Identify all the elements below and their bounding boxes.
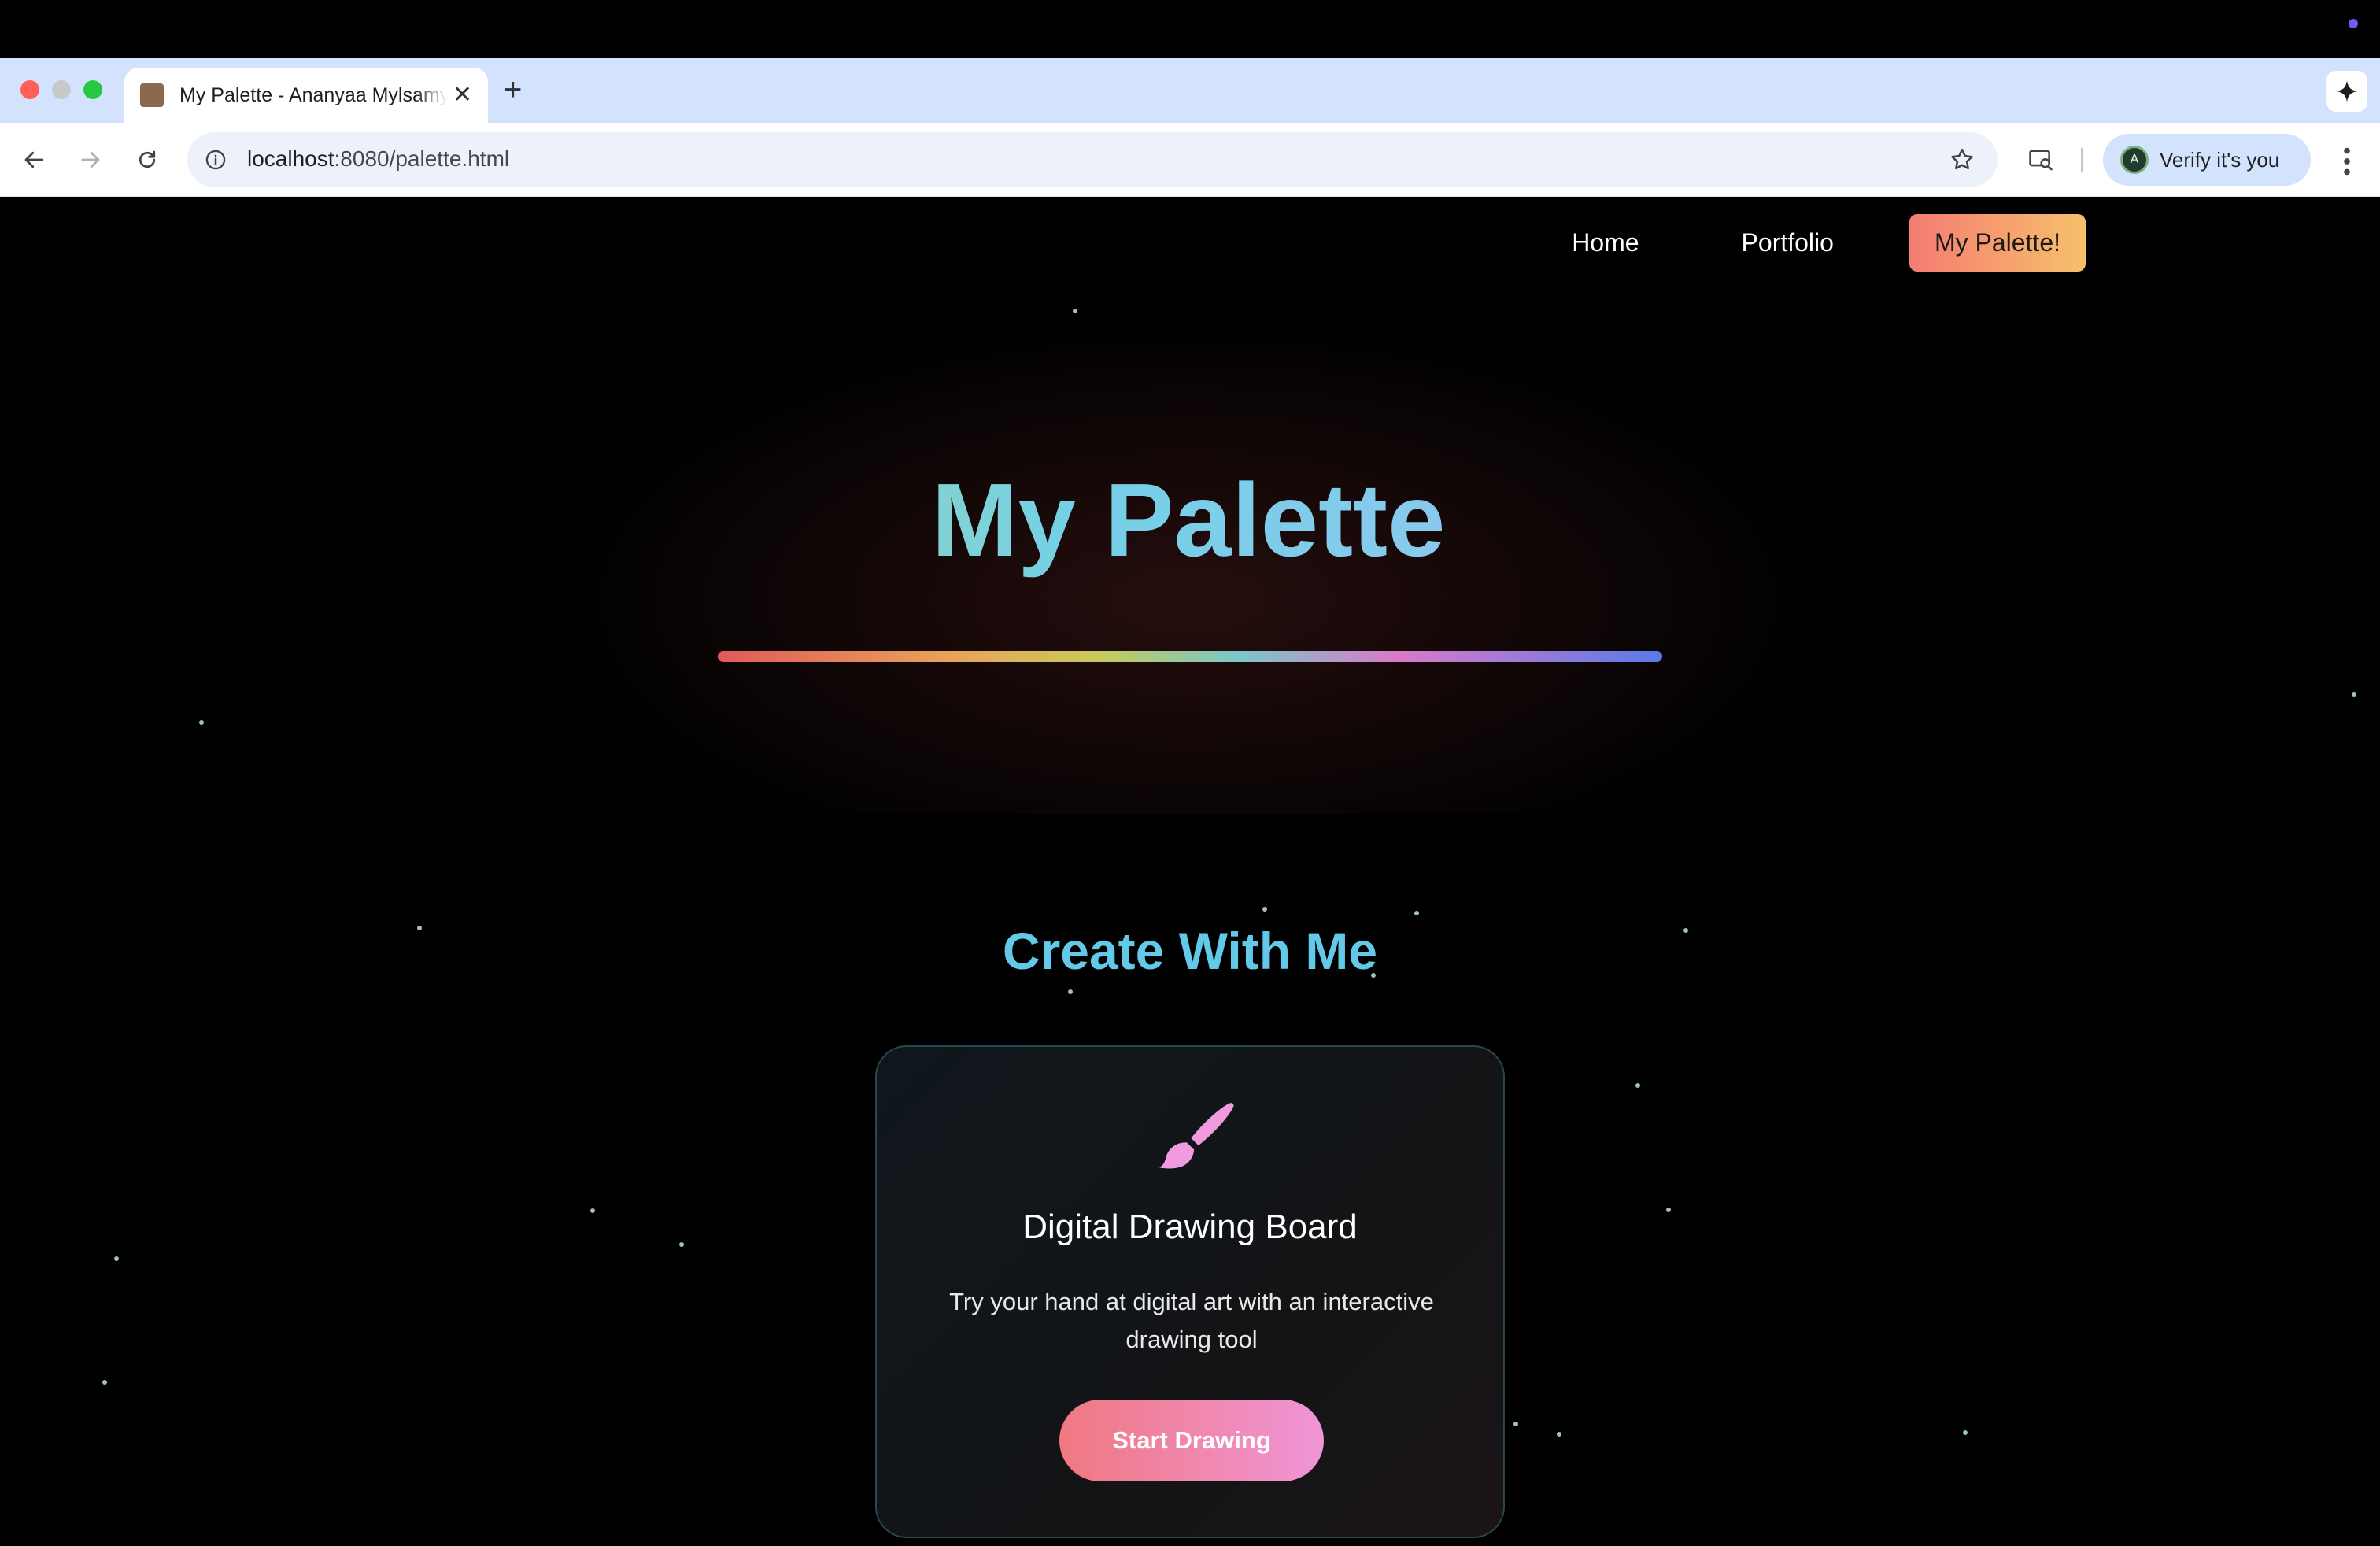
sparkle-dot [114, 1256, 119, 1261]
sparkle-dot [2352, 692, 2356, 697]
url-host: localhost [247, 146, 334, 171]
close-tab-icon[interactable]: ✕ [453, 82, 472, 109]
browser-tab-active[interactable]: My Palette - Ananyaa Mylsamy ✕ [124, 68, 488, 123]
hero-section: My Palette [598, 338, 1779, 814]
sparkle-dot [199, 720, 204, 725]
new-tab-button[interactable]: + [504, 72, 522, 107]
reload-icon[interactable] [129, 142, 165, 178]
bookmark-star-icon[interactable] [1949, 146, 1975, 173]
sparkle-dot [1557, 1432, 1561, 1437]
nav-link-portfolio[interactable]: Portfolio [1742, 228, 1834, 257]
page-title: My Palette [598, 461, 1779, 579]
sparkle-dot [1414, 911, 1419, 915]
status-dot [2349, 19, 2358, 28]
toolbar-divider [2081, 148, 2082, 172]
card-title: Digital Drawing Board [1022, 1208, 1358, 1246]
sparkle-dot [1963, 1430, 1968, 1435]
sparkle-dot [1635, 1083, 1640, 1088]
nav-link-home[interactable]: Home [1572, 228, 1639, 257]
profile-verify-button[interactable]: A Verify it's you [2103, 134, 2311, 186]
gemini-sparkle-icon[interactable] [2326, 71, 2367, 112]
address-bar[interactable]: localhost:8080/palette.html [187, 132, 1998, 187]
sparkle-dot [1073, 309, 1077, 313]
site-info-icon[interactable] [205, 149, 227, 171]
sparkle-dot [590, 1208, 595, 1213]
forward-arrow-icon[interactable] [72, 142, 109, 178]
avatar: A [2120, 146, 2149, 174]
menu-bar [0, 0, 2380, 58]
close-window-button[interactable] [20, 80, 39, 99]
tab-title: My Palette - Ananyaa Mylsamy [179, 83, 447, 106]
url-text: localhost:8080/palette.html [247, 146, 509, 172]
back-arrow-icon[interactable] [16, 142, 52, 178]
sparkle-dot [102, 1380, 107, 1385]
favicon-icon [140, 83, 164, 107]
url-path: :8080/palette.html [334, 146, 510, 171]
nav-link-my-palette[interactable]: My Palette! [1909, 214, 2086, 272]
verify-label: Verify it's you [2160, 147, 2280, 172]
section-title: Create With Me [1002, 922, 1378, 980]
tab-strip: My Palette - Ananyaa Mylsamy ✕ + [0, 58, 2380, 123]
site-navigation: Home Portfolio My Palette! [1469, 214, 2086, 272]
sparkle-dot [1513, 1422, 1518, 1426]
minimize-window-button[interactable] [52, 80, 71, 99]
page-viewport: Home Portfolio My Palette! My Palette Cr… [0, 197, 2380, 1546]
sparkle-dot [1262, 907, 1267, 912]
more-menu-icon[interactable] [2331, 143, 2363, 179]
screen-search-icon[interactable] [2023, 142, 2059, 178]
sparkle-dot [1666, 1208, 1671, 1212]
drawing-board-card: Digital Drawing Board Try your hand at d… [875, 1045, 1505, 1538]
card-description: Try your hand at digital art with an int… [949, 1288, 1434, 1353]
sparkle-dot [1068, 989, 1073, 994]
maximize-window-button[interactable] [83, 80, 102, 99]
rainbow-divider [718, 651, 1662, 662]
sparkle-dot [679, 1242, 684, 1247]
browser-toolbar: localhost:8080/palette.html A Verify it'… [0, 123, 2380, 197]
start-drawing-button[interactable]: Start Drawing [1059, 1400, 1324, 1481]
paintbrush-icon [1159, 1103, 1234, 1169]
